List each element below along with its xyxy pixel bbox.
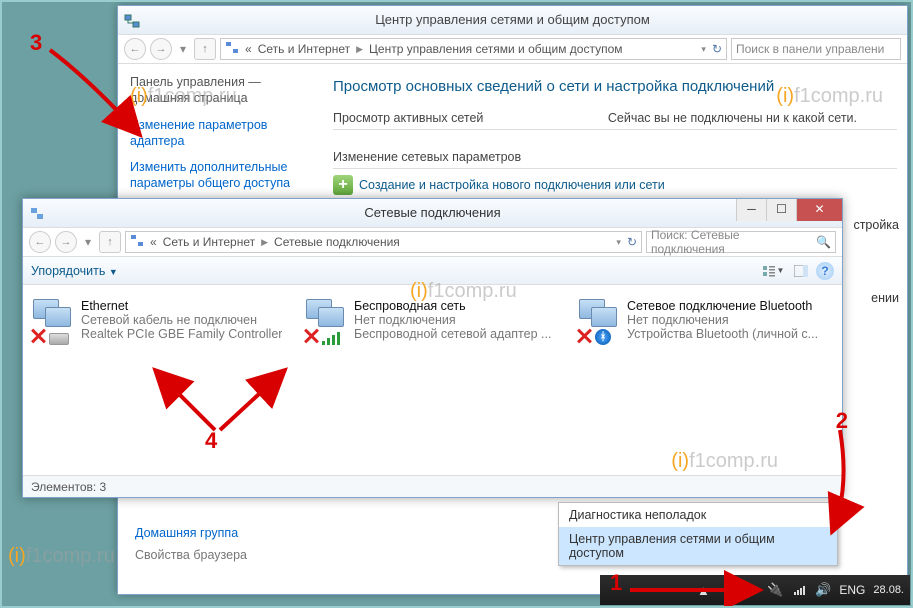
preview-pane-icon[interactable] xyxy=(788,260,814,282)
back-button[interactable]: ← xyxy=(124,38,146,60)
search-placeholder: Поиск: Сетевые подключения xyxy=(651,228,808,256)
window-network-connections: Сетевые подключения ─ ☐ ✕ ← → ▾ ↑ « Сеть… xyxy=(22,198,843,498)
tray-power-icon[interactable]: 🔌 xyxy=(767,582,783,598)
new-connection-link[interactable]: Создание и настройка нового подключения … xyxy=(359,178,665,192)
network-connections-icon xyxy=(29,204,45,232)
window-title: Сетевые подключения xyxy=(364,205,500,220)
recent-dropdown[interactable]: ▾ xyxy=(81,235,95,249)
chevron-down-icon[interactable]: ▾ xyxy=(616,237,621,248)
connection-wireless[interactable]: Беспроводная сеть Нет подключения Беспро… xyxy=(306,299,559,341)
menu-network-center[interactable]: Центр управления сетями и общим доступом xyxy=(559,527,837,565)
refresh-icon[interactable]: ↻ xyxy=(712,42,722,56)
search-icon: 🔍 xyxy=(816,235,831,249)
error-x-icon xyxy=(29,327,47,345)
recent-dropdown[interactable]: ▾ xyxy=(176,42,190,56)
browser-properties-link[interactable]: Свойства браузера xyxy=(135,548,247,562)
error-x-icon xyxy=(302,327,320,345)
connection-status: Сетевой кабель не подключен xyxy=(81,313,282,327)
status-bar: Элементов: 3 xyxy=(23,475,842,497)
annotation-number: 2 xyxy=(836,408,848,434)
taskbar-tray: ▲ ◐ ⚑ 🔌 🔊 ENG 28.08. xyxy=(600,575,910,605)
breadcrumb[interactable]: Сеть и Интернет xyxy=(258,42,350,56)
view-dropdown-icon[interactable]: ▼ xyxy=(760,260,786,282)
connection-ethernet[interactable]: Ethernet Сетевой кабель не подключен Rea… xyxy=(33,299,286,341)
forward-button[interactable]: → xyxy=(150,38,172,60)
nav-row: ← → ▾ ↑ « Сеть и Интернет ▶ Сетевые подк… xyxy=(23,227,842,257)
tray-network-icon[interactable] xyxy=(791,582,807,598)
window-titlebar: Сетевые подключения ─ ☐ ✕ xyxy=(23,199,842,227)
connection-device: Беспроводной сетевой адаптер ... xyxy=(354,327,551,341)
close-button[interactable]: ✕ xyxy=(796,199,842,221)
control-panel-home-link[interactable]: Панель управления — домашняя страница xyxy=(130,74,311,107)
new-connection-icon xyxy=(333,175,353,195)
breadcrumb[interactable]: Сетевые подключения xyxy=(274,235,400,249)
search-input[interactable]: Поиск в панели управлени xyxy=(731,38,901,60)
page-heading: Просмотр основных сведений о сети и наст… xyxy=(333,78,897,95)
connection-status: Нет подключения xyxy=(354,313,551,327)
item-count: Элементов: 3 xyxy=(31,480,106,494)
connection-device: Устройства Bluetooth (личной с... xyxy=(627,327,818,341)
menu-diagnose[interactable]: Диагностика неполадок xyxy=(559,503,837,527)
tray-language[interactable]: ENG xyxy=(839,583,865,597)
divider xyxy=(333,129,897,130)
address-bar[interactable]: « Сеть и Интернет ▶ Сетевые подключения … xyxy=(125,231,642,253)
breadcrumb[interactable]: Центр управления сетями и общим доступом xyxy=(369,42,623,56)
connection-name: Сетевое подключение Bluetooth xyxy=(627,299,818,313)
nav-row: ← → ▾ ↑ « Сеть и Интернет ▶ Центр управл… xyxy=(118,34,907,64)
error-x-icon xyxy=(575,327,593,345)
ethernet-adapter-icon xyxy=(49,333,69,345)
tray-up-icon[interactable]: ▲ xyxy=(695,582,711,598)
connection-name: Беспроводная сеть xyxy=(354,299,551,313)
address-bar[interactable]: « Сеть и Интернет ▶ Центр управления сет… xyxy=(220,38,727,60)
connection-status: Нет подключения xyxy=(627,313,818,327)
homegroup-link[interactable]: Домашняя группа xyxy=(135,526,247,540)
wifi-bars-icon xyxy=(322,333,342,345)
chevron-right-icon: ▶ xyxy=(261,237,268,248)
tray-context-menu: Диагностика неполадок Центр управления с… xyxy=(558,502,838,566)
maximize-button[interactable]: ☐ xyxy=(766,199,796,221)
section-header: Изменение сетевых параметров xyxy=(333,150,897,164)
advanced-sharing-settings-link[interactable]: Изменить дополнительные параметры общего… xyxy=(130,159,311,192)
connection-bluetooth[interactable]: ᚼ Сетевое подключение Bluetooth Нет подк… xyxy=(579,299,832,341)
minimize-button[interactable]: ─ xyxy=(736,199,766,221)
tray-action-center-icon[interactable]: ⚑ xyxy=(743,582,759,598)
organize-button[interactable]: Упорядочить ▼ xyxy=(31,264,118,278)
back-button[interactable]: ← xyxy=(29,231,51,253)
refresh-icon[interactable]: ↻ xyxy=(627,235,637,249)
chevron-right-icon: ▶ xyxy=(356,44,363,55)
network-connections-icon xyxy=(130,234,144,251)
connections-area: Ethernet Сетевой кабель не подключен Rea… xyxy=(23,285,842,355)
up-button[interactable]: ↑ xyxy=(194,38,216,60)
connection-name: Ethernet xyxy=(81,299,282,313)
annotation-number: 3 xyxy=(30,30,42,56)
section-header: Просмотр активных сетей Сейчас вы не под… xyxy=(333,111,897,125)
chevron-down-icon[interactable]: ▾ xyxy=(701,44,706,55)
annotation-number: 4 xyxy=(205,428,217,454)
breadcrumb[interactable]: Сеть и Интернет xyxy=(163,235,255,249)
network-center-icon xyxy=(124,11,140,27)
change-adapter-settings-link[interactable]: Изменение параметров адаптера xyxy=(130,117,311,150)
tray-clock[interactable]: 28.08. xyxy=(873,584,904,596)
forward-button[interactable]: → xyxy=(55,231,77,253)
window-titlebar: Центр управления сетями и общим доступом xyxy=(118,6,907,34)
bluetooth-icon: ᚼ xyxy=(595,329,611,345)
truncated-text: стройка xyxy=(853,218,899,232)
window-title: Центр управления сетями и общим доступом xyxy=(375,12,650,27)
help-icon[interactable]: ? xyxy=(816,262,834,280)
see-also-panel: Домашняя группа Свойства браузера xyxy=(135,526,247,570)
tray-app-icon[interactable]: ◐ xyxy=(719,582,735,598)
search-input[interactable]: Поиск: Сетевые подключения 🔍 xyxy=(646,231,836,253)
tray-volume-icon[interactable]: 🔊 xyxy=(815,582,831,598)
search-placeholder: Поиск в панели управлени xyxy=(736,42,884,56)
connection-device: Realtek PCIe GBE Family Controller xyxy=(81,327,282,341)
toolbar: Упорядочить ▼ ▼ ? xyxy=(23,257,842,285)
truncated-text: ении xyxy=(871,291,899,305)
up-button[interactable]: ↑ xyxy=(99,231,121,253)
network-center-icon xyxy=(225,41,239,58)
watermark: (i)f1comp.ru xyxy=(8,545,115,568)
divider xyxy=(333,168,897,169)
annotation-number: 1 xyxy=(610,570,622,596)
